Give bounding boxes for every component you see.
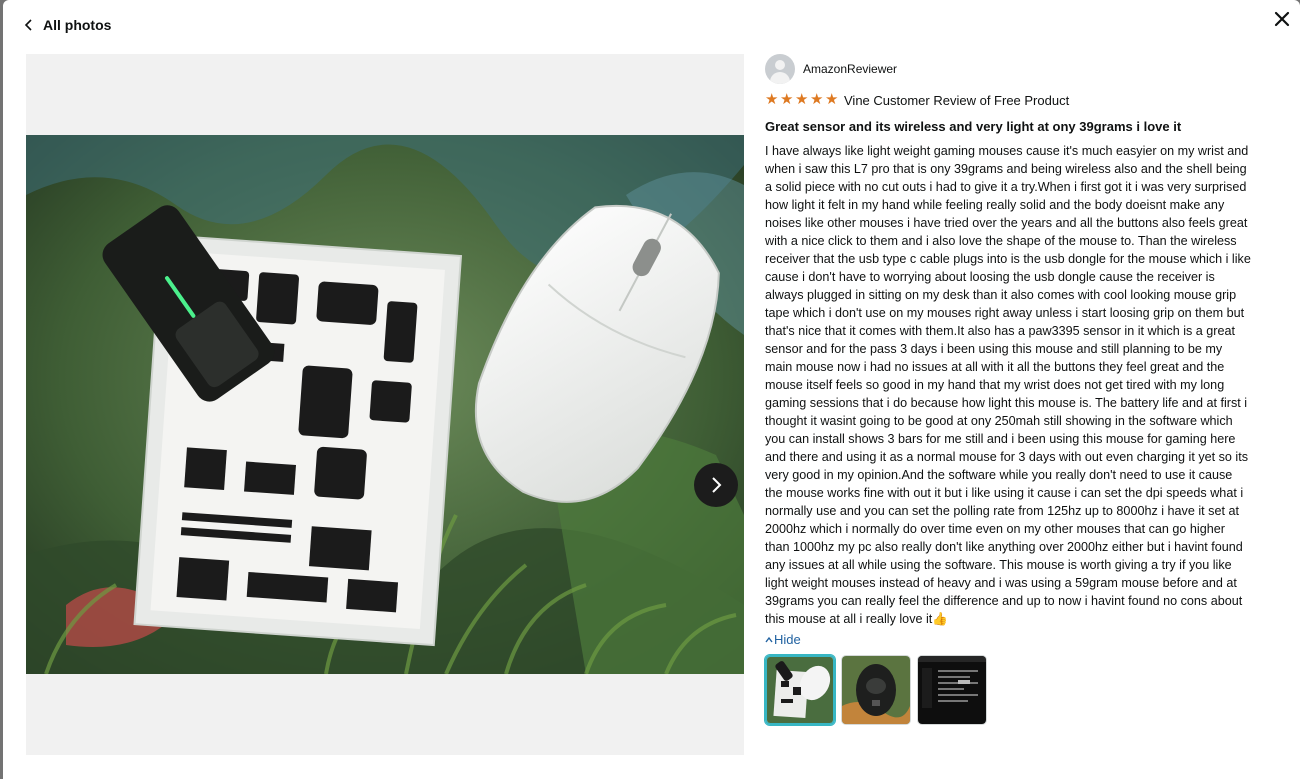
star-icon: ★ [780,91,794,108]
back-label: All photos [43,17,112,33]
chevron-right-icon [712,477,722,493]
hide-link[interactable]: Hide [765,632,801,647]
star-rating: ★ ★ ★ ★ ★ [765,91,839,108]
modal-header: All photos [3,0,1300,52]
star-icon: ★ [765,91,779,108]
thumbnail-mouse-bottom[interactable] [841,654,911,725]
chevron-left-icon [24,19,32,31]
star-icon: ★ [795,91,809,108]
reviewer-profile[interactable]: AmazonReviewer [765,54,1255,84]
thumbnail-software[interactable] [917,654,987,725]
photo-stage [26,54,744,755]
star-icon: ★ [825,91,839,108]
close-icon[interactable] [1272,9,1292,29]
review-body: I have always like light weight gaming m… [765,144,1251,626]
photo-illustration [26,135,744,674]
next-photo-button[interactable] [694,463,738,507]
review-panel: AmazonReviewer ★ ★ ★ ★ ★ Vine Customer R… [765,54,1255,725]
back-to-all-photos-button[interactable]: All photos [23,17,111,33]
thumbnail-stickers[interactable] [765,654,835,725]
review-title: Great sensor and its wireless and very l… [765,119,1182,134]
rating-row: ★ ★ ★ ★ ★ Vine Customer Review of Free P… [765,90,1255,110]
hide-label: Hide [774,632,801,647]
review-photo [26,135,744,674]
photo-modal: All photos AmazonReviewer ★ ★ ★ ★ ★ Vine… [3,0,1300,779]
avatar [765,54,795,84]
thumbnail-strip [765,654,1255,725]
reviewer-name: AmazonReviewer [803,62,898,76]
vine-label: Vine Customer Review of Free Product [844,92,1070,108]
star-icon: ★ [810,91,824,108]
caret-up-icon [765,636,773,642]
